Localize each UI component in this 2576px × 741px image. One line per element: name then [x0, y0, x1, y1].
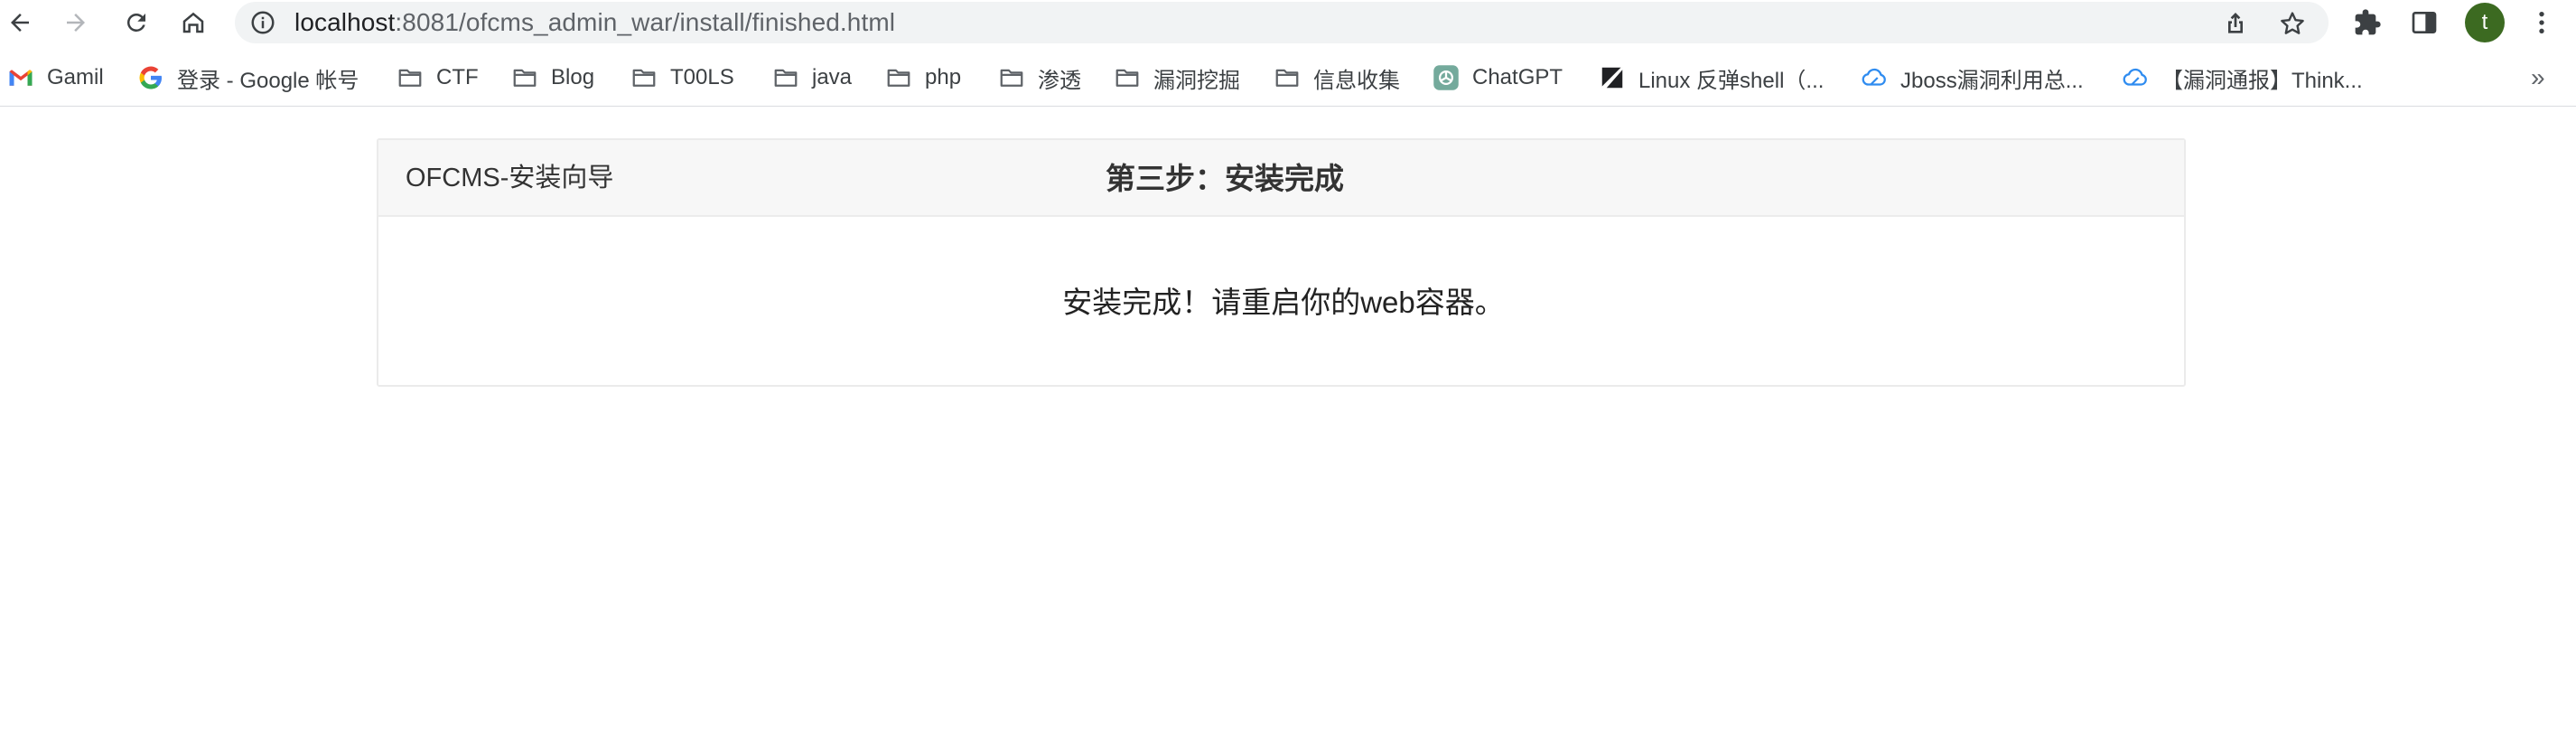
bookmark-label: 信息收集 — [1313, 68, 1400, 93]
install-panel: OFCMS-安装向导 第三步：安装完成 安装完成！请重启你的web容器。 — [377, 138, 2186, 387]
bookmark-label: Linux 反弹shell（... — [1638, 68, 1825, 93]
bookmark-label: T00LS — [670, 65, 734, 89]
bookmarks-bar: Gamil 登录 - Google 帐号 CTF Blog T00LS java… — [0, 51, 2576, 107]
gmail-icon — [7, 64, 34, 91]
folder-icon — [511, 64, 538, 91]
folder-icon — [885, 64, 912, 91]
back-button[interactable] — [2, 5, 38, 41]
bookmark-folder-pentest[interactable]: 渗透 — [998, 60, 1081, 96]
bookmark-label: 渗透 — [1038, 68, 1081, 93]
bookmark-folder-blog[interactable]: Blog — [511, 60, 594, 96]
panel-header: OFCMS-安装向导 第三步：安装完成 — [378, 140, 2184, 217]
browser-toolbar: localhost:8081/ofcms_admin_war/install/f… — [0, 0, 2576, 45]
menu-icon — [2539, 12, 2544, 33]
bookmark-chatgpt[interactable]: ChatGPT — [1433, 60, 1563, 96]
bookmark-gamil[interactable]: Gamil — [7, 60, 104, 96]
linux-site-icon — [1599, 64, 1626, 91]
bookmark-label: php — [925, 65, 962, 89]
panel-body: 安装完成！请重启你的web容器。 — [378, 219, 2184, 385]
bookmark-folder-ctf[interactable]: CTF — [397, 60, 479, 96]
install-complete-message: 安装完成！请重启你的web容器。 — [1062, 286, 1505, 319]
back-icon — [11, 14, 29, 32]
url-path: :8081/ofcms_admin_war/install/finished.h… — [395, 8, 896, 36]
side-panel-button[interactable] — [2408, 6, 2441, 39]
bookmarks-overflow-button[interactable]: » — [2531, 63, 2545, 92]
bookmark-label: 【漏洞通报】Think... — [2161, 68, 2363, 93]
side-panel-icon — [2412, 12, 2437, 33]
profile-avatar[interactable]: t — [2465, 3, 2505, 42]
folder-icon — [772, 64, 799, 91]
install-step-heading: 第三步：安装完成 — [1106, 162, 1344, 195]
folder-icon — [1114, 64, 1141, 91]
extensions-icon — [2355, 9, 2381, 35]
bookmark-label: java — [812, 65, 853, 89]
bookmark-linux-reverse-shell[interactable]: Linux 反弹shell（... — [1599, 60, 1824, 96]
cloud-icon — [1861, 64, 1888, 91]
reload-button[interactable] — [118, 5, 154, 41]
site-info-icon[interactable] — [249, 9, 276, 36]
forward-icon — [67, 14, 85, 32]
bookmark-label: 漏洞挖掘 — [1153, 68, 1240, 93]
bookmark-label: Jboss漏洞利用总... — [1900, 68, 2084, 93]
bookmark-label: Gamil — [47, 65, 104, 89]
bookmark-vuln-notice-think[interactable]: 【漏洞通报】Think... — [2122, 60, 2363, 96]
folder-icon — [630, 64, 658, 91]
bookmark-jboss-vuln[interactable]: Jboss漏洞利用总... — [1861, 60, 2084, 96]
bookmark-label: CTF — [436, 65, 479, 89]
bookmark-folder-java[interactable]: java — [772, 60, 852, 96]
folder-icon — [397, 64, 424, 91]
home-button[interactable] — [175, 5, 211, 41]
cloud-icon — [2122, 64, 2149, 91]
url-text[interactable]: localhost:8081/ofcms_admin_war/install/f… — [294, 2, 895, 43]
chatgpt-icon — [1433, 64, 1460, 91]
star-icon[interactable] — [2278, 9, 2307, 38]
folder-icon — [998, 64, 1025, 91]
url-host: localhost — [294, 8, 396, 36]
folder-icon — [1274, 64, 1301, 91]
reload-icon — [126, 13, 145, 32]
bookmark-folder-info-gathering[interactable]: 信息收集 — [1274, 60, 1400, 96]
bookmark-folder-php[interactable]: php — [885, 60, 961, 96]
home-icon — [182, 12, 204, 33]
bookmark-label: 登录 - Google 帐号 — [177, 68, 359, 93]
bookmark-google-login[interactable]: 登录 - Google 帐号 — [137, 60, 359, 96]
install-wizard-title: OFCMS-安装向导 — [406, 164, 614, 192]
extensions-button[interactable] — [2351, 6, 2384, 39]
address-bar[interactable]: localhost:8081/ofcms_admin_war/install/f… — [235, 2, 2329, 43]
share-icon[interactable] — [2221, 9, 2250, 38]
bookmark-label: Blog — [551, 65, 595, 89]
google-icon — [137, 64, 164, 91]
bookmark-folder-vuln-mining[interactable]: 漏洞挖掘 — [1114, 60, 1240, 96]
forward-button[interactable] — [58, 5, 94, 41]
bookmark-label: ChatGPT — [1472, 65, 1563, 89]
browser-menu-button[interactable] — [2525, 6, 2558, 39]
bookmark-folder-tools[interactable]: T00LS — [630, 60, 734, 96]
